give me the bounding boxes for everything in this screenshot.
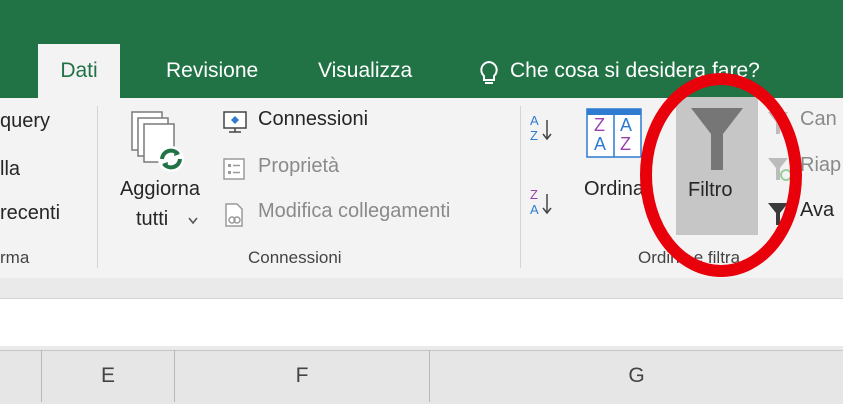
connections-button[interactable]: Connessioni: [222, 108, 402, 138]
edit-links-icon: [222, 202, 246, 228]
group-separator: [97, 106, 98, 268]
sort-az-button[interactable]: A Z: [530, 114, 556, 148]
column-e-label: E: [100, 364, 115, 387]
ribbon-bottom-band: [0, 278, 843, 298]
tab-revisione-label: Revisione: [166, 59, 259, 82]
sort-az-letter-bottom: Z: [530, 128, 538, 143]
group-label-connessioni: Connessioni: [248, 248, 342, 267]
recent-sources-button[interactable]: recenti: [0, 202, 60, 225]
new-query-label: query: [0, 110, 51, 132]
edit-links-button[interactable]: Modifica collegamenti: [222, 200, 504, 230]
refresh-all-label: Aggiorna: [119, 178, 201, 200]
connections-icon: [222, 110, 248, 134]
sort-za-letter-bottom: A: [530, 202, 539, 217]
properties-label: Proprietà: [258, 155, 340, 177]
column-header-partial[interactable]: [0, 350, 42, 402]
column-header-g[interactable]: G: [430, 350, 843, 402]
sort-dialog-letter: Z: [620, 134, 631, 154]
sort-dialog-letter: Z: [594, 115, 605, 135]
edit-links-label: Modifica collegamenti: [258, 200, 451, 222]
tab-dati-label: Dati: [60, 59, 98, 82]
sort-dialog-letter: A: [620, 115, 633, 135]
column-f-label: F: [295, 364, 309, 387]
properties-icon: [222, 157, 246, 181]
sort-za-letter-top: Z: [530, 187, 538, 202]
highlight-circle-annotation: [636, 68, 806, 284]
group-separator: [520, 106, 521, 268]
group-label-recupera: rma: [0, 248, 30, 267]
chevron-down-icon: [188, 217, 198, 225]
formula-bar[interactable]: [0, 298, 843, 348]
arrow-down-icon: [542, 192, 552, 216]
refresh-all-button[interactable]: Aggiorna tutti: [110, 100, 210, 240]
sort-dialog-letter: A: [594, 134, 607, 154]
connections-label: Connessioni: [258, 108, 369, 130]
from-table-label: lla: [0, 158, 21, 180]
tab-visualizza[interactable]: Visualizza: [318, 44, 412, 98]
sort-za-button[interactable]: Z A: [530, 188, 556, 222]
refresh-all-icon: [128, 110, 192, 176]
recent-sources-label: recenti: [0, 202, 61, 224]
properties-button[interactable]: Proprietà: [222, 155, 382, 185]
tab-revisione[interactable]: Revisione: [166, 44, 258, 98]
tab-dati[interactable]: Dati: [38, 44, 120, 98]
lightbulb-icon: [478, 60, 500, 86]
refresh-all-label-2: tutti: [136, 208, 169, 230]
column-g-label: G: [628, 364, 645, 387]
sort-dialog-icon: Z A A Z: [586, 108, 642, 158]
column-header-f[interactable]: F: [175, 350, 430, 402]
new-query-button[interactable]: query: [0, 110, 50, 133]
from-table-button[interactable]: lla: [0, 158, 20, 181]
reapply-label: Riap: [800, 154, 842, 176]
sort-az-letter-top: A: [530, 113, 539, 128]
column-header-e[interactable]: E: [42, 350, 175, 402]
tab-visualizza-label: Visualizza: [318, 59, 413, 82]
arrow-down-icon: [542, 118, 552, 142]
